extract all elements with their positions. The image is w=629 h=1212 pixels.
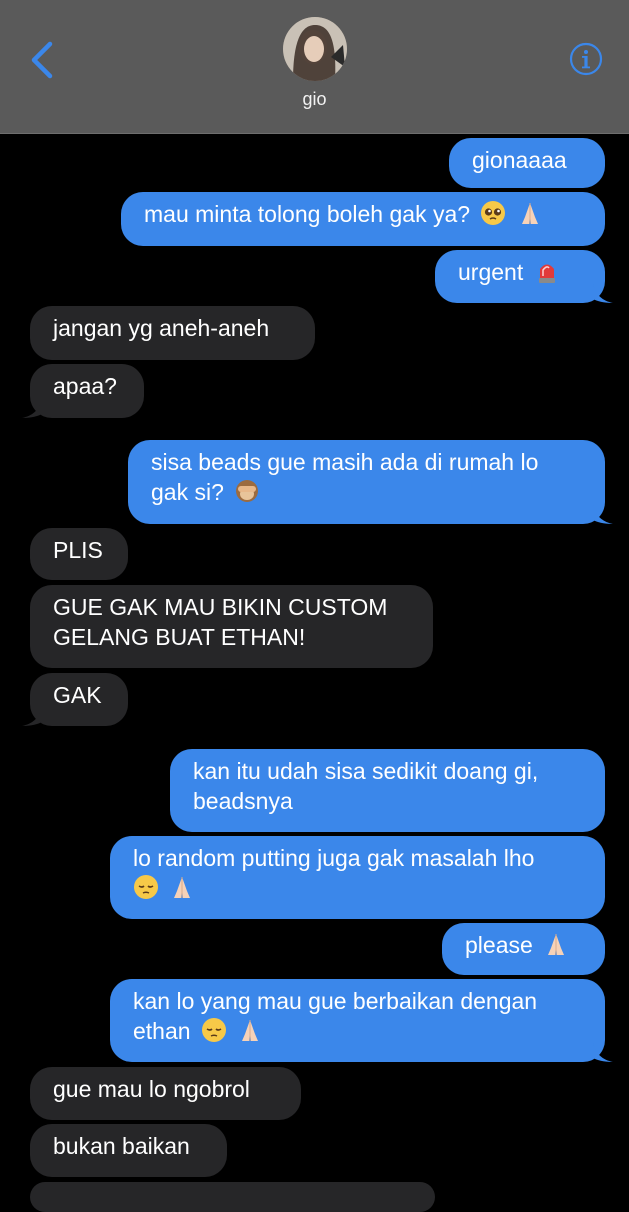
back-chevron-icon[interactable] — [28, 40, 60, 80]
message-bubble-sent[interactable]: gionaaaa — [449, 138, 605, 188]
pensive-face-icon — [201, 1017, 227, 1043]
message-text: kan lo yang mau gue berbaikan dengan — [133, 988, 538, 1014]
message-bubble-received[interactable]: GUE GAK MAU BIKIN CUSTOM GELANG BUAT ETH… — [30, 585, 433, 668]
message-bubble-sent[interactable]: kan lo yang mau gue berbaikan dengan eth… — [110, 979, 613, 1062]
message-bubble-received[interactable]: PLIS — [30, 528, 128, 580]
message-text: sisa beads gue masih ada di rumah lo — [151, 449, 539, 475]
message-text: GUE GAK MAU BIKIN CUSTOM — [53, 594, 388, 620]
message-bubble-received[interactable]: bukan baikan — [30, 1124, 227, 1177]
message-text: gak si? — [151, 479, 224, 505]
message-text: gionaaaa — [472, 147, 567, 173]
message-text: please — [465, 932, 533, 958]
message-bubble-received-partial[interactable] — [30, 1182, 435, 1212]
message-text: kan itu udah sisa sedikit doang gi, — [193, 758, 539, 784]
message-text: PLIS — [53, 537, 103, 563]
message-text: bukan baikan — [53, 1133, 190, 1159]
message-bubble-sent[interactable]: sisa beads gue masih ada di rumah lo gak… — [128, 440, 613, 524]
conversation-header: gio — [0, 0, 629, 134]
contact-avatar[interactable] — [283, 17, 347, 81]
message-text: mau minta tolong boleh gak ya? — [144, 201, 471, 227]
message-bubble-received[interactable]: GAK — [22, 673, 128, 726]
folded-hands-icon — [517, 200, 543, 226]
message-text: ethan — [133, 1018, 191, 1044]
message-bubble-received[interactable]: apaa? — [22, 364, 144, 418]
folded-hands-icon — [169, 874, 195, 900]
message-text: lo random putting juga gak masalah lho — [133, 845, 535, 871]
folded-hands-icon — [543, 931, 569, 957]
see-no-evil-monkey-icon — [234, 478, 260, 504]
message-text: GAK — [53, 682, 102, 708]
message-bubble-sent[interactable]: please — [442, 923, 605, 975]
message-bubble-sent[interactable]: urgent — [435, 250, 613, 303]
contact-name[interactable]: gio — [0, 89, 629, 110]
police-light-icon — [534, 258, 560, 284]
message-text: jangan yg aneh-aneh — [53, 315, 270, 341]
pensive-face-icon — [133, 874, 159, 900]
folded-hands-icon — [237, 1017, 263, 1043]
info-icon[interactable] — [569, 42, 603, 76]
message-text: gue mau lo ngobrol — [53, 1076, 250, 1102]
message-text: GELANG BUAT ETHAN! — [53, 624, 306, 650]
message-text: apaa? — [53, 373, 117, 399]
message-text: beadsnya — [193, 788, 293, 814]
pleading-face-icon — [480, 200, 506, 226]
message-bubble-received[interactable]: jangan yg aneh-aneh — [30, 306, 315, 360]
message-bubble-received[interactable]: gue mau lo ngobrol — [30, 1067, 301, 1120]
message-text: urgent — [458, 259, 524, 285]
message-bubble-sent[interactable]: mau minta tolong boleh gak ya? — [121, 192, 605, 246]
message-bubble-sent[interactable]: kan itu udah sisa sedikit doang gi, bead… — [170, 749, 605, 832]
message-bubble-sent[interactable]: lo random putting juga gak masalah lho — [110, 836, 605, 919]
